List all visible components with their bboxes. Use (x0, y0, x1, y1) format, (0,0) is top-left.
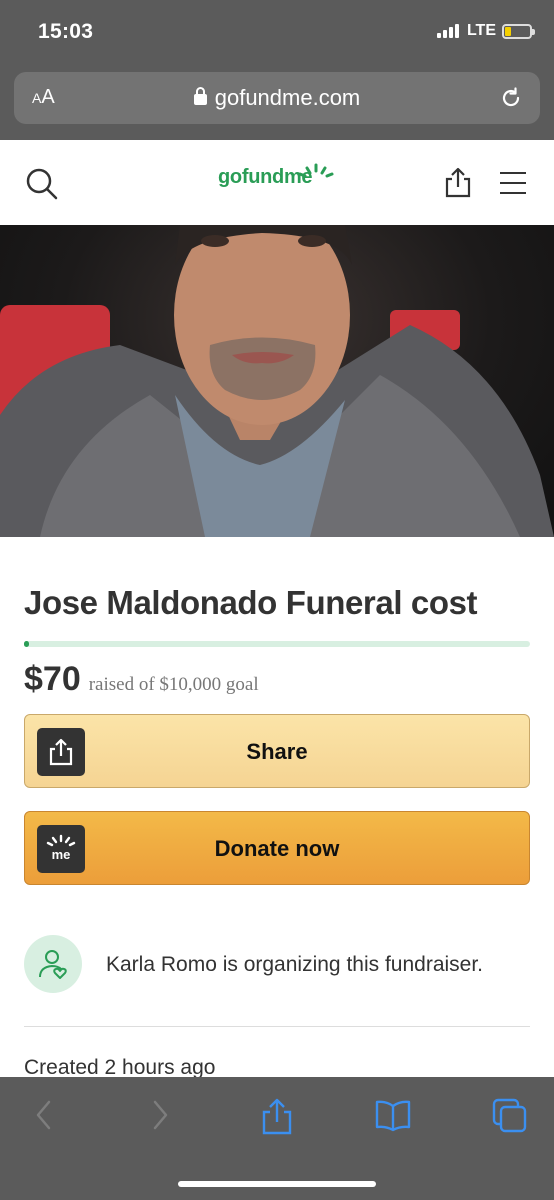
back-icon[interactable] (32, 1097, 54, 1133)
progress-fill (24, 641, 29, 647)
progress-bar (24, 641, 530, 647)
campaign-photo-illustration (0, 225, 554, 537)
url-text: gofundme.com (214, 85, 361, 110)
address-bar[interactable]: AA gofundme.com (14, 72, 540, 124)
campaign-title: Jose Maldonado Funeral cost (24, 584, 478, 621)
campaign-photo (0, 225, 554, 537)
network-type: LTE (466, 22, 496, 39)
reload-icon[interactable] (498, 85, 524, 111)
share-button-label: Share (246, 739, 308, 764)
share-icon[interactable] (443, 166, 473, 198)
forward-icon[interactable] (150, 1097, 172, 1133)
site-header: gofundme (0, 140, 554, 226)
bookmarks-icon[interactable] (374, 1097, 412, 1133)
goal-text: raised of $10,000 goal (88, 674, 259, 695)
donate-button[interactable]: me Donate now (24, 811, 530, 885)
raised-amount: $70 (24, 660, 81, 698)
donate-button-label: Donate now (214, 836, 340, 861)
signal-icon (436, 24, 459, 38)
search-icon[interactable] (24, 166, 60, 202)
raised-summary: $70 raised of $10,000 goal (24, 660, 259, 699)
organizer-text: Karla Romo is organizing this fundraiser… (106, 953, 484, 976)
share-button[interactable]: Share (24, 714, 530, 788)
organizer-icon (24, 935, 82, 993)
lock-icon (193, 87, 207, 105)
url-field[interactable]: gofundme.com (14, 85, 540, 111)
organizer-row: Karla Romo is organizing this fundraiser… (24, 935, 530, 995)
tabs-icon[interactable] (492, 1097, 528, 1135)
browser-chrome: 15:03 LTE AA gofundme.com (0, 0, 554, 140)
divider (24, 1026, 530, 1027)
share-icon[interactable] (260, 1097, 294, 1137)
battery-icon (502, 23, 535, 39)
status-time: 15:03 (38, 20, 94, 43)
home-indicator (178, 1181, 376, 1187)
browser-toolbar (0, 1077, 554, 1200)
status-indicators: LTE (436, 22, 535, 40)
logo-sun-icon (298, 163, 334, 178)
menu-icon[interactable] (500, 172, 526, 202)
